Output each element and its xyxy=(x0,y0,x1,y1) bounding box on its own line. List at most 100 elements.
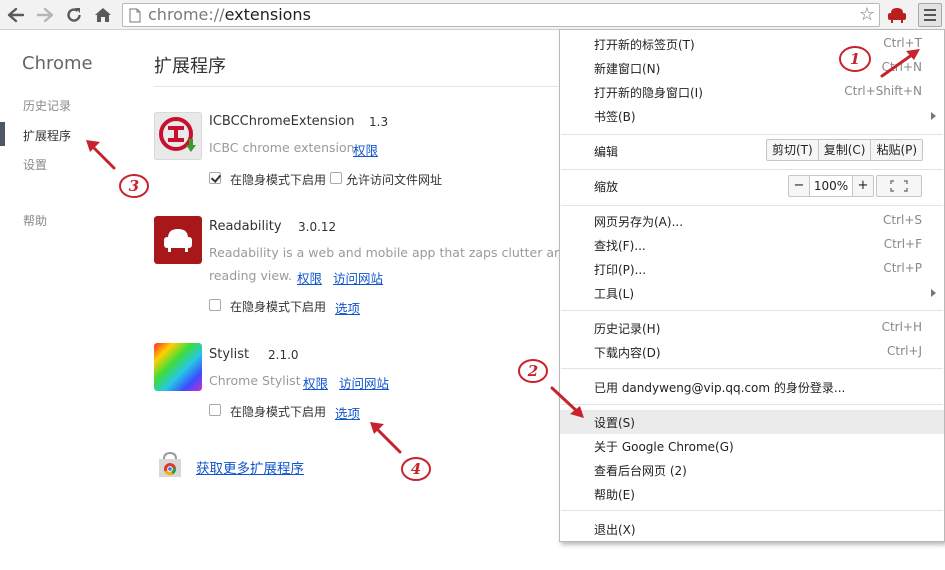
menu-separator xyxy=(561,368,943,369)
sidebar-item-help[interactable]: 帮助 xyxy=(23,212,47,229)
website-link-stylist[interactable]: 访问网站 xyxy=(339,373,389,392)
home-button[interactable] xyxy=(92,4,114,26)
forward-button[interactable] xyxy=(34,4,56,26)
menu-separator xyxy=(561,510,943,511)
file-access-label-icbc: 允许访问文件网址 xyxy=(346,173,443,187)
incognito-label-icbc: 在隐身模式下启用 xyxy=(230,173,327,187)
menu-item-settings[interactable]: 设置(S) xyxy=(560,410,944,434)
forward-arrow-icon xyxy=(36,7,54,23)
extension-version-icbc: 1.3 xyxy=(369,115,389,129)
incognito-checkbox-readability[interactable] xyxy=(209,299,221,311)
header-divider xyxy=(154,86,558,87)
zoom-level: 100% xyxy=(809,176,853,196)
bookmark-star-icon[interactable]: ☆ xyxy=(859,5,875,25)
back-button[interactable] xyxy=(5,4,27,26)
extension-version-readability: 3.0.12 xyxy=(298,220,337,234)
sidebar-item-extensions[interactable]: 扩展程序 xyxy=(23,127,71,144)
fullscreen-icon xyxy=(890,180,908,192)
menu-item-print[interactable]: 打印(P)... Ctrl+P xyxy=(560,257,944,281)
menu-item-label: 工具(L) xyxy=(594,287,635,301)
menu-item-help[interactable]: 帮助(E) xyxy=(560,482,944,506)
menu-separator xyxy=(561,404,943,405)
paste-button[interactable]: 粘贴(P) xyxy=(870,140,922,160)
menu-item-new-incognito-window[interactable]: 打开新的隐身窗口(I) Ctrl+Shift+N xyxy=(560,80,944,104)
menu-item-label: 打印(P)... xyxy=(594,263,647,277)
submenu-arrow-icon xyxy=(931,112,936,120)
menu-item-label: 下载内容(D) xyxy=(594,346,661,360)
reload-button[interactable] xyxy=(63,4,85,26)
chrome-menu-button[interactable] xyxy=(918,3,942,27)
annotation-label: 1 xyxy=(849,50,861,68)
page-title: 扩展程序 xyxy=(154,56,226,77)
extension-description-icbc: ICBC chrome extension xyxy=(209,140,355,155)
edit-button-group: 剪切(T) 复制(C) 粘贴(P) xyxy=(766,139,924,161)
annotation-arrow-3-icon xyxy=(86,140,116,170)
menu-item-label: 书签(B) xyxy=(594,110,636,124)
annotation-label: 3 xyxy=(128,177,140,195)
incognito-checkbox-stylist[interactable] xyxy=(209,404,221,416)
extension-description-readability-line2: reading view. xyxy=(209,268,293,283)
annotation-label: 4 xyxy=(410,460,422,478)
annotation-label: 2 xyxy=(527,362,539,380)
extension-name-readability: Readability xyxy=(209,219,282,234)
file-access-checkbox-icbc[interactable] xyxy=(330,172,342,184)
menu-item-tools[interactable]: 工具(L) xyxy=(560,281,944,305)
menu-separator xyxy=(561,169,943,170)
menu-item-history[interactable]: 历史记录(H) Ctrl+H xyxy=(560,316,944,340)
icbc-logo-icon xyxy=(154,112,202,160)
annotation-number-2: 2 xyxy=(517,357,549,385)
extension-name-stylist: Stylist xyxy=(209,347,250,362)
web-store-icon xyxy=(159,451,181,477)
browser-toolbar: chrome://extensions ☆ xyxy=(0,0,945,30)
menu-item-label: 打开新的隐身窗口(I) xyxy=(594,86,703,100)
reload-icon xyxy=(67,8,81,22)
submenu-arrow-icon xyxy=(931,289,936,297)
incognito-checkbox-icbc[interactable] xyxy=(209,172,221,184)
extension-version-stylist: 2.1.0 xyxy=(268,348,299,362)
get-more-extensions-link[interactable]: 获取更多扩展程序 xyxy=(196,457,304,477)
menu-item-label: 已用 dandyweng@vip.qq.com 的身份登录... xyxy=(594,381,846,395)
menu-item-label: 帮助(E) xyxy=(594,488,635,502)
website-link-readability[interactable]: 访问网站 xyxy=(333,268,383,287)
menu-item-label: 关于 Google Chrome(G) xyxy=(594,440,734,454)
options-link-readability[interactable]: 选项 xyxy=(335,298,360,317)
permissions-link-readability[interactable]: 权限 xyxy=(297,268,322,287)
menu-item-shortcut: Ctrl+F xyxy=(883,237,922,251)
annotation-arrow-2-icon xyxy=(550,386,584,418)
menu-item-label: 查找(F)... xyxy=(594,239,646,253)
sidebar-item-settings[interactable]: 设置 xyxy=(23,156,47,173)
sidebar-item-history[interactable]: 历史记录 xyxy=(23,97,71,114)
page-icon xyxy=(129,8,141,23)
annotation-number-4: 4 xyxy=(400,455,432,483)
menu-item-label: 打开新的标签页(T) xyxy=(594,38,695,52)
menu-item-bookmarks[interactable]: 书签(B) xyxy=(560,104,944,128)
extension-name-icbc: ICBCChromeExtension xyxy=(209,114,355,129)
menu-item-shortcut: Ctrl+S xyxy=(882,213,922,227)
menu-separator xyxy=(561,205,943,206)
address-bar[interactable]: chrome://extensions ☆ xyxy=(122,3,880,27)
url-host: extensions xyxy=(224,5,311,24)
menu-item-find[interactable]: 查找(F)... Ctrl+F xyxy=(560,233,944,257)
readability-extension-button[interactable] xyxy=(886,4,908,26)
permissions-link-stylist[interactable]: 权限 xyxy=(303,373,328,392)
zoom-in-button[interactable]: + xyxy=(853,176,873,196)
fullscreen-button[interactable] xyxy=(876,175,922,197)
permissions-link-icbc[interactable]: 权限 xyxy=(353,140,378,159)
menu-item-about[interactable]: 关于 Google Chrome(G) xyxy=(560,434,944,458)
menu-item-shortcut: Ctrl+J xyxy=(887,344,922,358)
copy-button[interactable]: 复制(C) xyxy=(817,140,871,160)
cut-button[interactable]: 剪切(T) xyxy=(767,140,818,160)
menu-item-label: 缩放 xyxy=(594,180,619,194)
annotation-arrow-1-icon xyxy=(880,49,920,78)
menu-item-exit[interactable]: 退出(X) xyxy=(560,517,944,541)
zoom-out-button[interactable]: − xyxy=(789,176,809,196)
menu-item-signed-in[interactable]: 已用 dandyweng@vip.qq.com 的身份登录... xyxy=(560,375,944,399)
menu-item-background-pages[interactable]: 查看后台网页 (2) xyxy=(560,458,944,482)
menu-item-downloads[interactable]: 下载内容(D) Ctrl+J xyxy=(560,340,944,364)
options-link-stylist[interactable]: 选项 xyxy=(335,403,360,422)
menu-item-save-page[interactable]: 网页另存为(A)... Ctrl+S xyxy=(560,209,944,233)
menu-item-label: 查看后台网页 (2) xyxy=(594,464,687,478)
menu-item-shortcut: Ctrl+Shift+N xyxy=(844,84,922,98)
extension-description-stylist: Chrome Stylist xyxy=(209,373,301,388)
menu-item-label: 历史记录(H) xyxy=(594,322,661,336)
